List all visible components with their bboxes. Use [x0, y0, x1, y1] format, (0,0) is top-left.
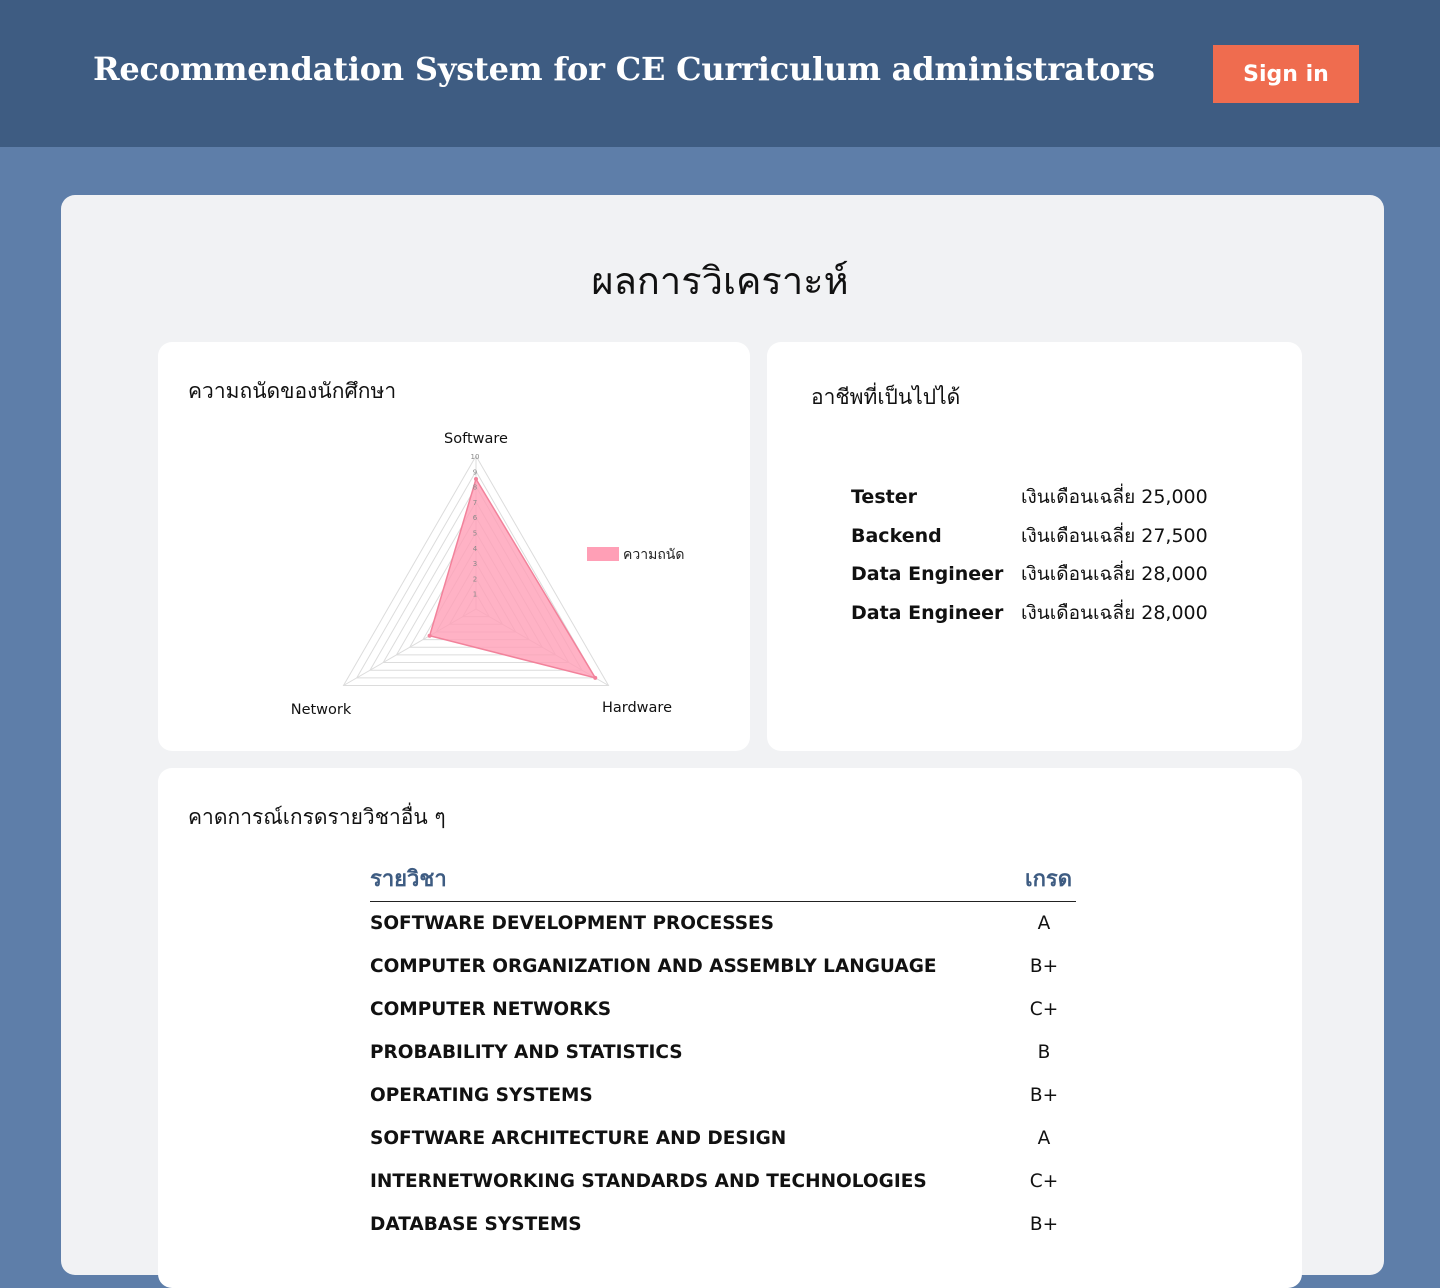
table-row: INTERNETWORKING STANDARDS AND TECHNOLOGI… [370, 1160, 1076, 1203]
course-name: SOFTWARE DEVELOPMENT PROCESSES [370, 913, 775, 934]
career-salary: เงินเดือนเฉลี่ย 28,000 [1021, 563, 1208, 586]
predicted-grade: A [1037, 913, 1051, 934]
course-name: DATABASE SYSTEMS [370, 1214, 582, 1235]
predicted-grade: B+ [1029, 956, 1059, 977]
career-name: Data Engineer [851, 563, 1004, 586]
career-item: Data Engineer เงินเดือนเฉลี่ย 28,000 [851, 555, 1208, 594]
careers-list: Tester เงินเดือนเฉลี่ย 25,000 Backend เง… [851, 478, 1208, 632]
col-header-course: รายวิชา [370, 866, 447, 892]
radar-tick-label: 2 [473, 575, 477, 583]
table-row: OPERATING SYSTEMS B+ [370, 1074, 1076, 1117]
course-name: INTERNETWORKING STANDARDS AND TECHNOLOGI… [370, 1171, 927, 1192]
grades-table-header: รายวิชา เกรด [370, 855, 1076, 902]
career-salary: เงินเดือนเฉลี่ย 27,500 [1021, 524, 1208, 547]
predicted-grade: A [1037, 1128, 1051, 1149]
career-item: Data Engineer เงินเดือนเฉลี่ย 28,000 [851, 594, 1208, 633]
radar-category-label: Network [291, 702, 352, 718]
table-row: DATABASE SYSTEMS B+ [370, 1203, 1076, 1246]
radar-tick-label: 10 [471, 453, 480, 461]
course-name: SOFTWARE ARCHITECTURE AND DESIGN [370, 1128, 787, 1149]
predicted-grade: C+ [1029, 1171, 1059, 1192]
radar-category-label: Software [444, 431, 508, 447]
legend-label: ความถนัด [623, 547, 684, 563]
table-row: SOFTWARE ARCHITECTURE AND DESIGN A [370, 1117, 1076, 1160]
radar-tick-label: 4 [473, 545, 478, 553]
radar-tick-label: 8 [473, 484, 477, 492]
table-row: COMPUTER NETWORKS C+ [370, 988, 1076, 1031]
radar-category-label: Hardware [602, 700, 672, 716]
course-name: COMPUTER NETWORKS [370, 999, 612, 1020]
legend-swatch [587, 547, 619, 561]
radar-tick-label: 1 [473, 591, 477, 599]
radar-tick-label: 6 [473, 514, 478, 522]
radar-tick-label: 5 [473, 530, 477, 538]
predicted-grade: B+ [1029, 1214, 1059, 1235]
career-salary: เงินเดือนเฉลี่ย 25,000 [1021, 486, 1208, 509]
career-name: Tester [851, 486, 917, 509]
grades-card-title: คาดการณ์เกรดรายวิชาอื่น ๆ [188, 805, 446, 829]
table-row: PROBABILITY AND STATISTICS B [370, 1031, 1076, 1074]
course-name: COMPUTER ORGANIZATION AND ASSEMBLY LANGU… [370, 956, 937, 977]
career-item: Tester เงินเดือนเฉลี่ย 25,000 [851, 478, 1208, 517]
table-row: SOFTWARE DEVELOPMENT PROCESSES A [370, 902, 1076, 945]
radar-tick-label: 7 [473, 499, 477, 507]
predicted-grade: B [1037, 1042, 1051, 1063]
course-name: PROBABILITY AND STATISTICS [370, 1042, 683, 1063]
radar-data-point [427, 633, 432, 638]
predicted-grade: C+ [1029, 999, 1059, 1020]
career-name: Backend [851, 524, 942, 547]
table-row: COMPUTER ORGANIZATION AND ASSEMBLY LANGU… [370, 945, 1076, 988]
predicted-grade: B+ [1029, 1085, 1059, 1106]
grades-table: รายวิชา เกรด SOFTWARE DEVELOPMENT PROCES… [370, 855, 1076, 1246]
col-header-grade: เกรด [1025, 866, 1072, 892]
radar-tick-label: 3 [473, 560, 477, 568]
careers-card-title: อาชีพที่เป็นไปได้ [811, 385, 961, 409]
course-name: OPERATING SYSTEMS [370, 1085, 593, 1106]
radar-data-point [593, 675, 598, 680]
career-salary: เงินเดือนเฉลี่ย 28,000 [1021, 601, 1208, 624]
career-item: Backend เงินเดือนเฉลี่ย 27,500 [851, 517, 1208, 556]
radar-tick-label: 9 [473, 468, 477, 476]
radar-data-point [474, 476, 478, 481]
career-name: Data Engineer [851, 601, 1004, 624]
